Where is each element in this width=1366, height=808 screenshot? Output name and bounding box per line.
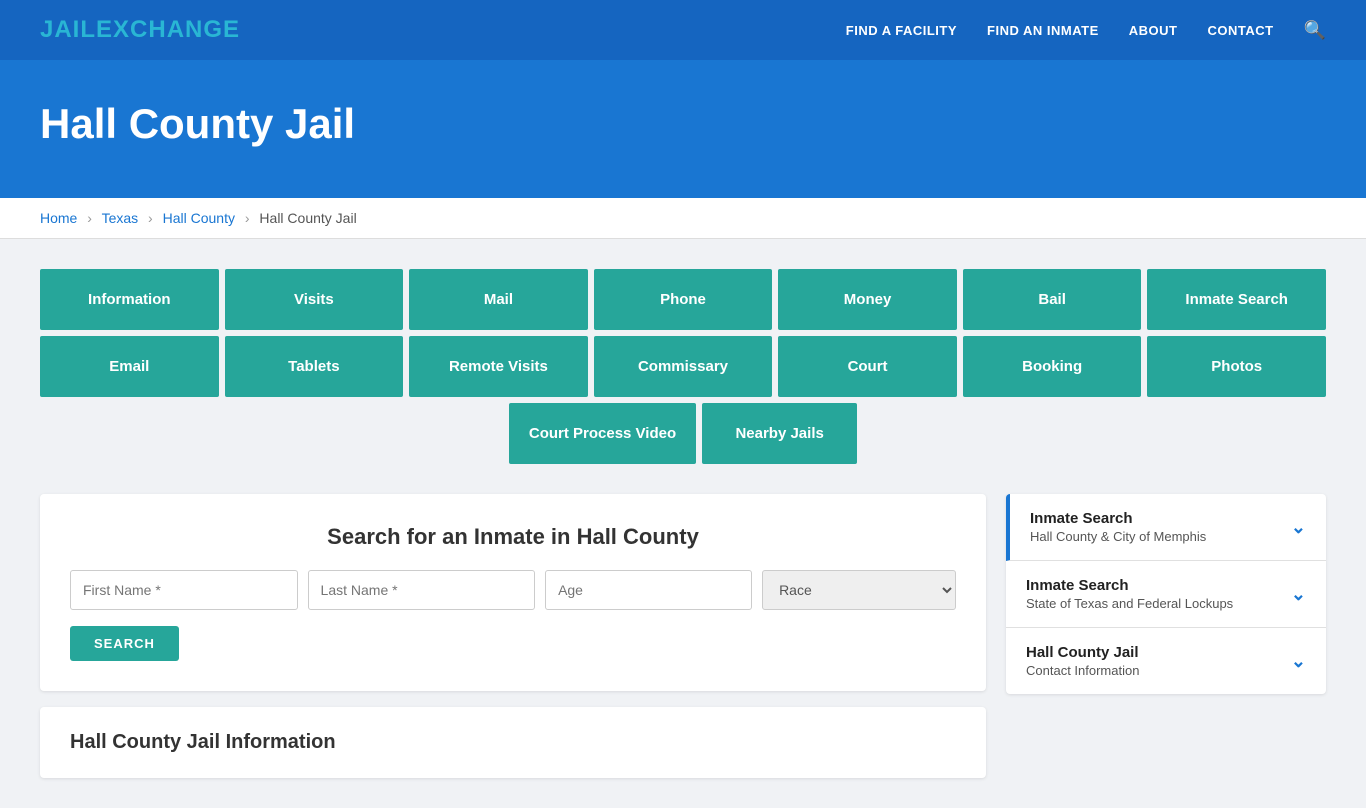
inmate-search-section: Search for an Inmate in Hall County Race… [40, 494, 986, 691]
sidebar-item-subtitle-0: Hall County & City of Memphis [1030, 529, 1206, 544]
header-search-button[interactable]: 🔍 [1304, 20, 1326, 41]
breadcrumb-texas[interactable]: Texas [102, 210, 139, 226]
tile-remote-visits[interactable]: Remote Visits [409, 336, 588, 397]
tiles-row-3: Court Process Video Nearby Jails [40, 403, 1326, 464]
breadcrumb-sep-3: › [245, 210, 250, 226]
breadcrumb-hall-county[interactable]: Hall County [163, 210, 235, 226]
tile-nearby-jails[interactable]: Nearby Jails [702, 403, 857, 464]
chevron-icon-1: ⌄ [1291, 584, 1306, 605]
tile-mail[interactable]: Mail [409, 269, 588, 330]
tile-photos[interactable]: Photos [1147, 336, 1326, 397]
nav-about[interactable]: ABOUT [1129, 23, 1178, 38]
tile-visits[interactable]: Visits [225, 269, 404, 330]
tile-court[interactable]: Court [778, 336, 957, 397]
breadcrumb-home[interactable]: Home [40, 210, 77, 226]
hero-section: Hall County Jail [0, 60, 1366, 198]
sidebar-item-0[interactable]: Inmate Search Hall County & City of Memp… [1006, 494, 1326, 561]
sidebar-item-2[interactable]: Hall County Jail Contact Information ⌄ [1006, 628, 1326, 694]
breadcrumb-sep-2: › [148, 210, 153, 226]
race-select[interactable]: Race White Black Hispanic Asian Native A… [762, 570, 956, 610]
chevron-icon-0: ⌄ [1291, 517, 1306, 538]
sidebar-item-title-2: Hall County Jail [1026, 644, 1139, 661]
nav-find-inmate[interactable]: FIND AN INMATE [987, 23, 1099, 38]
sidebar: Inmate Search Hall County & City of Memp… [1006, 494, 1326, 694]
nav-contact[interactable]: CONTACT [1207, 23, 1273, 38]
left-column: Search for an Inmate in Hall County Race… [40, 494, 986, 778]
tile-phone[interactable]: Phone [594, 269, 773, 330]
sidebar-item-text-2: Hall County Jail Contact Information [1026, 644, 1139, 678]
sidebar-item-subtitle-1: State of Texas and Federal Lockups [1026, 596, 1233, 611]
jail-info-section: Hall County Jail Information [40, 707, 986, 778]
breadcrumb: Home › Texas › Hall County › Hall County… [0, 198, 1366, 239]
first-name-input[interactable] [70, 570, 298, 610]
nav-find-facility[interactable]: FIND A FACILITY [846, 23, 957, 38]
sidebar-item-subtitle-2: Contact Information [1026, 663, 1139, 678]
site-header: JAILEXCHANGE FIND A FACILITY FIND AN INM… [0, 0, 1366, 60]
chevron-icon-2: ⌄ [1291, 651, 1306, 672]
main-nav: FIND A FACILITY FIND AN INMATE ABOUT CON… [846, 20, 1326, 41]
tile-tablets[interactable]: Tablets [225, 336, 404, 397]
sidebar-item-1[interactable]: Inmate Search State of Texas and Federal… [1006, 561, 1326, 628]
tile-booking[interactable]: Booking [963, 336, 1142, 397]
content-area: Search for an Inmate in Hall County Race… [40, 494, 1326, 778]
main-content: Information Visits Mail Phone Money Bail… [0, 239, 1366, 808]
tile-inmate-search[interactable]: Inmate Search [1147, 269, 1326, 330]
sidebar-item-title-0: Inmate Search [1030, 510, 1206, 527]
tile-commissary[interactable]: Commissary [594, 336, 773, 397]
info-title: Hall County Jail Information [70, 731, 956, 754]
search-title: Search for an Inmate in Hall County [70, 524, 956, 550]
sidebar-card: Inmate Search Hall County & City of Memp… [1006, 494, 1326, 694]
search-fields: Race White Black Hispanic Asian Native A… [70, 570, 956, 610]
tile-information[interactable]: Information [40, 269, 219, 330]
page-title: Hall County Jail [40, 100, 1326, 148]
last-name-input[interactable] [308, 570, 536, 610]
tile-bail[interactable]: Bail [963, 269, 1142, 330]
logo-exchange: EXCHANGE [96, 16, 240, 43]
search-button[interactable]: SEARCH [70, 626, 179, 661]
breadcrumb-sep-1: › [87, 210, 92, 226]
tiles-row-2: Email Tablets Remote Visits Commissary C… [40, 336, 1326, 397]
tile-court-process-video[interactable]: Court Process Video [509, 403, 696, 464]
breadcrumb-current: Hall County Jail [259, 210, 356, 226]
logo-jail: JAIL [40, 16, 96, 43]
tile-email[interactable]: Email [40, 336, 219, 397]
sidebar-item-text-1: Inmate Search State of Texas and Federal… [1026, 577, 1233, 611]
site-logo[interactable]: JAILEXCHANGE [40, 16, 240, 44]
sidebar-item-title-1: Inmate Search [1026, 577, 1233, 594]
tiles-row-1: Information Visits Mail Phone Money Bail… [40, 269, 1326, 330]
sidebar-item-text-0: Inmate Search Hall County & City of Memp… [1030, 510, 1206, 544]
tile-money[interactable]: Money [778, 269, 957, 330]
age-input[interactable] [545, 570, 752, 610]
